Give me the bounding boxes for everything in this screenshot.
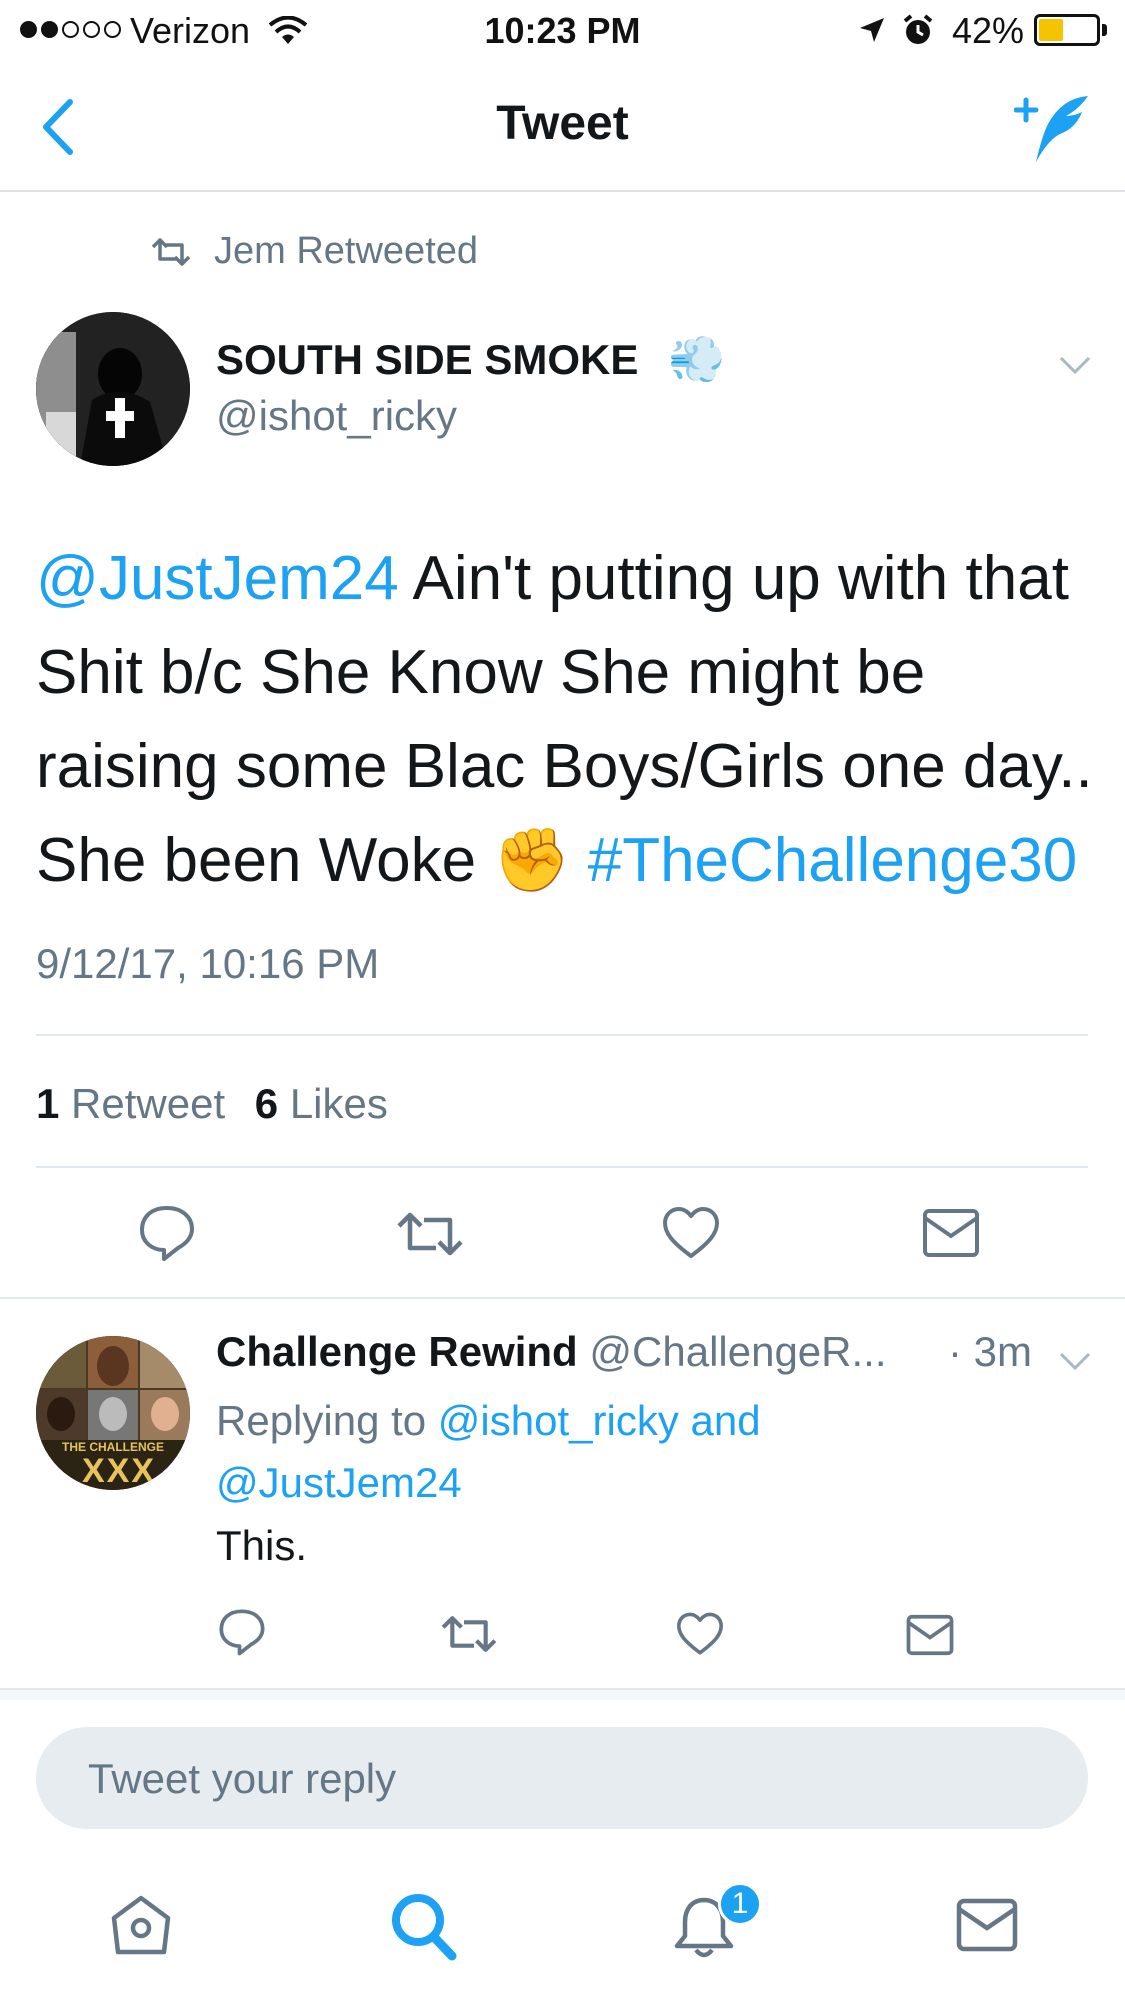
divider — [36, 1166, 1088, 1168]
location-arrow-icon — [860, 18, 884, 42]
section-divider — [0, 1297, 1125, 1299]
reply-icon[interactable] — [138, 1204, 196, 1262]
notification-badge: 1 — [718, 1882, 762, 1926]
reply-author-avatar[interactable]: THE CHALLENGE XXX — [36, 1336, 190, 1490]
direct-message-icon[interactable] — [906, 1614, 954, 1656]
like-label[interactable]: Likes — [290, 1080, 388, 1127]
home-icon[interactable] — [108, 1892, 174, 1958]
replying-to-user-1[interactable]: @ishot_ricky — [438, 1397, 679, 1444]
direct-message-icon[interactable] — [922, 1208, 980, 1258]
replying-to: Replying to @ishot_ricky and @JustJem24 — [216, 1390, 1056, 1514]
reply-display-name[interactable]: Challenge Rewind — [216, 1328, 578, 1375]
dash-away-emoji: 💨 — [668, 333, 726, 385]
author-display-name[interactable]: SOUTH SIDE SMOKE — [216, 336, 638, 384]
replying-to-user-2[interactable]: @JustJem24 — [216, 1459, 462, 1506]
reply-header: Challenge Rewind @ChallengeR... — [216, 1328, 1056, 1376]
tweet-stats: 1 Retweet 6 Likes — [36, 1080, 388, 1128]
tweet-timestamp: 9/12/17, 10:16 PM — [36, 940, 380, 987]
battery-icon — [1034, 14, 1100, 46]
battery-tip — [1102, 24, 1107, 36]
reply-handle[interactable]: @ChallengeR... — [589, 1328, 886, 1375]
reply-time: · 3m — [948, 1328, 1032, 1375]
chevron-down-icon[interactable] — [1058, 354, 1092, 376]
raised-fist-emoji: ✊ — [493, 826, 571, 895]
retweet-icon — [151, 238, 191, 266]
composer-separator — [0, 1688, 1125, 1700]
retweet-action-icon[interactable] — [396, 1210, 464, 1258]
hashtag-link[interactable]: #TheChallenge30 — [588, 826, 1078, 895]
retweet-count[interactable]: 1 — [36, 1080, 59, 1127]
navigation-bar: Tweet — [0, 62, 1125, 192]
divider — [36, 1034, 1088, 1036]
retweet-label[interactable]: Retweet — [71, 1080, 225, 1127]
status-bar: Verizon 10:23 PM 42% — [0, 0, 1125, 62]
battery-percentage: 42% — [952, 10, 1025, 51]
chevron-down-icon[interactable] — [1058, 1350, 1092, 1372]
like-count[interactable]: 6 — [255, 1080, 278, 1127]
replying-to-label: Replying to — [216, 1397, 438, 1444]
like-heart-icon[interactable] — [662, 1206, 720, 1260]
reply-input-placeholder: Tweet your reply — [88, 1755, 397, 1802]
like-heart-icon[interactable] — [676, 1612, 724, 1656]
retweet-action-icon[interactable] — [440, 1614, 498, 1654]
tweet-text: @JustJem24 Ain't putting up with that Sh… — [36, 532, 1096, 908]
mention-link[interactable]: @JustJem24 — [36, 544, 399, 613]
retweeted-by-label: Jem Retweeted — [214, 230, 479, 272]
reply-text: This. — [216, 1522, 308, 1569]
messages-envelope-icon[interactable] — [956, 1898, 1018, 1952]
reply-icon[interactable] — [218, 1608, 266, 1656]
page-title: Tweet — [496, 97, 629, 150]
author-handle[interactable]: @ishot_ricky — [216, 392, 457, 440]
compose-tweet-icon[interactable] — [1014, 90, 1094, 166]
author-avatar[interactable] — [36, 312, 190, 466]
alarm-icon — [903, 14, 933, 44]
avatar-photo — [36, 312, 190, 466]
reply-input[interactable]: Tweet your reply — [36, 1727, 1088, 1829]
search-icon[interactable] — [390, 1892, 458, 1962]
replying-to-and[interactable]: and — [679, 1397, 760, 1444]
tab-bar: 1 — [0, 1862, 1125, 2001]
avatar-caption-numeral: XXX — [82, 1452, 157, 1490]
